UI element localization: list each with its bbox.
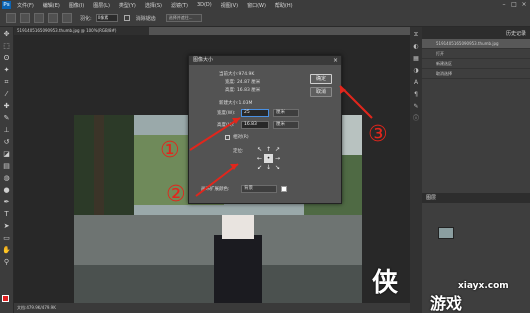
watermark-glyph: 侠 bbox=[372, 268, 399, 298]
history-snapshot[interactable]: 5191405165090953.thumb.jpg bbox=[422, 39, 530, 49]
history-panel-icon[interactable]: ⧖ bbox=[412, 31, 420, 39]
watermark-brand: 游戏 bbox=[430, 294, 463, 313]
callout-three: ③ bbox=[368, 122, 388, 147]
brush-panel-icon[interactable]: ✎ bbox=[412, 103, 420, 111]
history-item[interactable]: 取消选择 bbox=[422, 69, 530, 79]
layer-thumbnail[interactable] bbox=[438, 227, 454, 239]
history-item[interactable]: 新建选区 bbox=[422, 59, 530, 69]
info-panel-icon[interactable]: ⓘ bbox=[412, 115, 420, 123]
color-panel-icon[interactable]: ◐ bbox=[412, 43, 420, 51]
callout-one: ① bbox=[160, 138, 180, 163]
right-panel: 历史记录 5191405165090953.thumb.jpg 打开 新建选区 … bbox=[422, 27, 530, 313]
tab-history[interactable]: 历史记录 bbox=[506, 30, 526, 37]
watermark-site: xiayx.com bbox=[458, 281, 509, 291]
paragraph-panel-icon[interactable]: ¶ bbox=[412, 91, 420, 99]
swatches-panel-icon[interactable]: ▦ bbox=[412, 55, 420, 63]
history-panel-tabs: 历史记录 bbox=[422, 27, 530, 39]
adjustments-panel-icon[interactable]: ◑ bbox=[412, 67, 420, 75]
callout-two: ② bbox=[166, 182, 186, 207]
panel-dock: ⧖ ◐ ▦ ◑ A ¶ ✎ ⓘ bbox=[410, 27, 422, 313]
history-item[interactable]: 打开 bbox=[422, 49, 530, 59]
character-panel-icon[interactable]: A bbox=[412, 79, 420, 87]
tab-layers[interactable]: 图层 bbox=[422, 193, 530, 203]
